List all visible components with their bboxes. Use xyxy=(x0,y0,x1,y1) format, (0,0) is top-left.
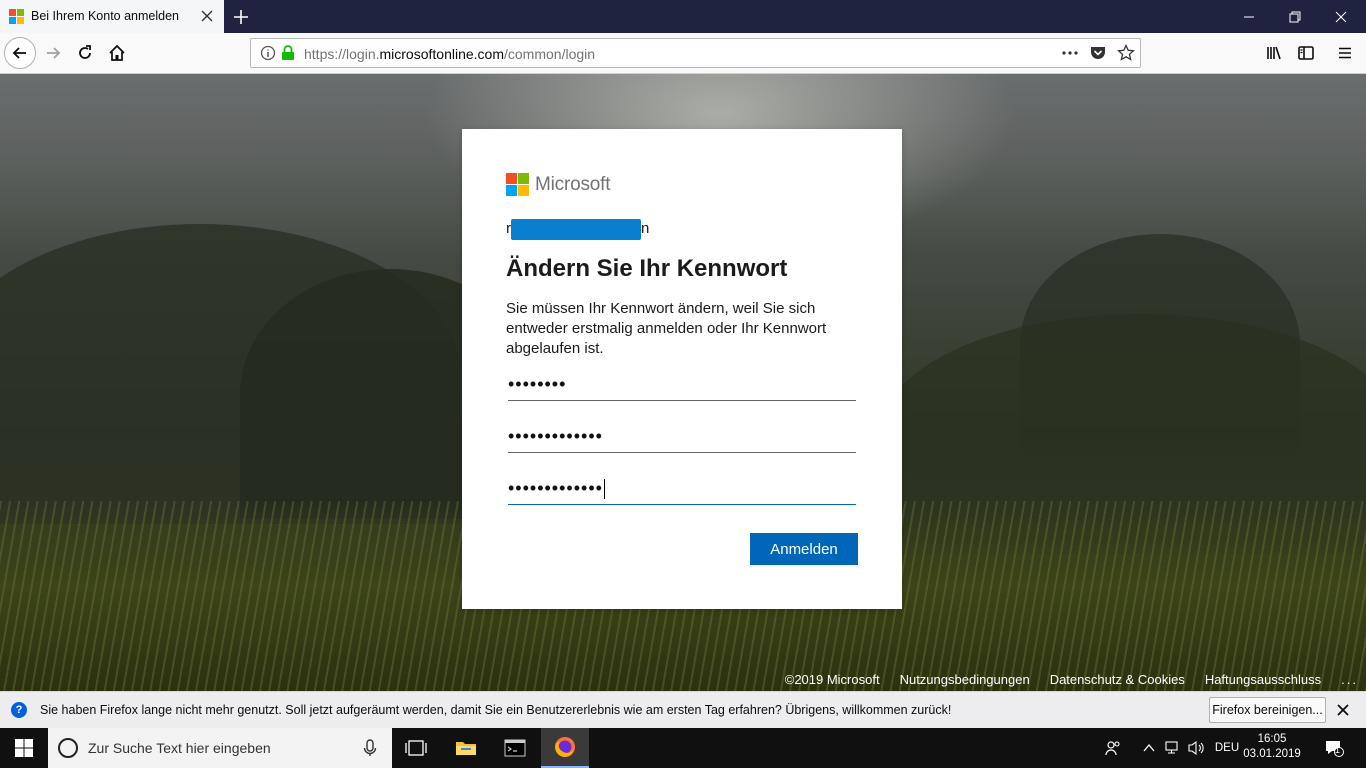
browser-tab-active[interactable]: Bei Ihrem Konto anmelden xyxy=(0,0,224,33)
input-language-indicator[interactable]: DEU xyxy=(1210,728,1244,768)
terminal-icon xyxy=(504,739,526,757)
page-content: Microsoft r n Ändern Sie Ihr Kennwort Si… xyxy=(0,74,1366,691)
file-explorer-button[interactable] xyxy=(442,728,490,768)
new-tab-icon[interactable] xyxy=(229,5,253,29)
network-button[interactable] xyxy=(1162,728,1184,768)
clock-date: 03.01.2019 xyxy=(1243,748,1301,760)
browser-toolbar: https://login.microsoftonline.com/common… xyxy=(0,33,1366,74)
page-title: Ändern Sie Ihr Kennwort xyxy=(506,255,788,282)
footer-more-button[interactable]: ... xyxy=(1341,672,1358,687)
microsoft-logo-icon xyxy=(506,173,529,196)
speaker-icon xyxy=(1188,740,1204,756)
home-icon xyxy=(109,44,125,61)
signin-button[interactable]: Anmelden xyxy=(750,533,858,565)
task-view-button[interactable] xyxy=(392,728,440,768)
start-button[interactable] xyxy=(0,728,48,768)
chevron-up-icon xyxy=(1143,743,1155,752)
arrow-left-icon xyxy=(12,47,26,59)
hamburger-menu-icon xyxy=(1339,47,1351,59)
microphone-icon[interactable] xyxy=(363,739,377,757)
page-actions-icon[interactable] xyxy=(1061,44,1079,62)
lock-icon[interactable] xyxy=(279,44,297,62)
people-icon xyxy=(1105,741,1120,756)
microsoft-wordmark: Microsoft xyxy=(535,173,611,195)
signin-card: Microsoft r n Ändern Sie Ihr Kennwort Si… xyxy=(462,129,902,609)
library-icon xyxy=(1267,46,1281,60)
arrow-right-icon xyxy=(47,47,61,59)
new-password-input[interactable]: ••••••••••••• xyxy=(508,423,856,453)
current-password-input[interactable]: •••••••• xyxy=(508,371,856,401)
people-button[interactable] xyxy=(1100,728,1126,768)
restore-button[interactable] xyxy=(1272,0,1318,33)
windows-taskbar: Zur Suche Text hier eingeben DEU 16:05 0… xyxy=(0,728,1366,768)
copyright-text: ©2019 Microsoft xyxy=(784,672,880,687)
notification-message: Sie haben Firefox lange nicht mehr genut… xyxy=(40,703,952,717)
question-icon: ? xyxy=(11,702,27,718)
minimize-button[interactable] xyxy=(1226,0,1272,33)
redaction-box xyxy=(511,219,641,240)
cortana-icon xyxy=(58,738,78,758)
confirm-password-input[interactable]: ••••••••••••• xyxy=(508,475,856,505)
library-button[interactable] xyxy=(1259,38,1289,68)
sidebar-button[interactable] xyxy=(1291,38,1321,68)
account-tail-text: n xyxy=(641,220,650,237)
microsoft-logo: Microsoft xyxy=(506,173,610,196)
restore-icon xyxy=(1289,11,1301,22)
close-window-button[interactable] xyxy=(1318,0,1364,33)
reload-icon xyxy=(79,45,91,59)
confirm-password-value: ••••••••••••• xyxy=(508,478,603,498)
text-caret xyxy=(603,479,605,500)
close-window-icon xyxy=(1335,11,1347,22)
tab-title: Bei Ihrem Konto anmelden xyxy=(31,9,180,23)
close-notification-icon[interactable] xyxy=(1334,701,1352,719)
terminal-button[interactable] xyxy=(491,728,539,768)
taskbar-search-box[interactable]: Zur Suche Text hier eingeben xyxy=(48,728,392,768)
clock-time: 16:05 xyxy=(1257,733,1287,745)
disclaimer-link[interactable]: Haftungsausschluss xyxy=(1205,672,1321,687)
action-center-button[interactable]: 1 xyxy=(1314,728,1354,768)
firefox-icon xyxy=(555,737,575,757)
account-identifier: r n xyxy=(506,219,656,240)
pocket-icon[interactable] xyxy=(1089,44,1107,62)
forward-button[interactable] xyxy=(38,38,68,68)
home-button[interactable] xyxy=(102,38,132,68)
firefox-notification-bar: ? Sie haben Firefox lange nicht mehr gen… xyxy=(0,691,1366,728)
sidebar-icon xyxy=(1298,46,1314,60)
info-icon[interactable] xyxy=(259,44,277,62)
microsoft-favicon-icon xyxy=(9,9,24,24)
close-tab-icon[interactable] xyxy=(198,7,216,25)
new-password-value: ••••••••••••• xyxy=(508,426,603,446)
firefox-taskbar-button[interactable] xyxy=(541,728,589,768)
terms-link[interactable]: Nutzungsbedingungen xyxy=(900,672,1030,687)
browser-tabstrip: Bei Ihrem Konto anmelden xyxy=(0,0,1366,33)
privacy-link[interactable]: Datenschutz & Cookies xyxy=(1050,672,1185,687)
task-view-icon xyxy=(405,740,427,756)
reload-button[interactable] xyxy=(70,38,100,68)
menu-button[interactable] xyxy=(1330,38,1360,68)
url-bar[interactable]: https://login.microsoftonline.com/common… xyxy=(250,38,1141,68)
show-hidden-icons-button[interactable] xyxy=(1138,728,1160,768)
refresh-firefox-button[interactable]: Firefox bereinigen... xyxy=(1209,697,1326,723)
system-clock[interactable]: 16:05 03.01.2019 xyxy=(1242,732,1302,762)
page-footer: ©2019 Microsoft Nutzungsbedingungen Date… xyxy=(765,668,1366,691)
url-text: https://login.microsoftonline.com/common… xyxy=(304,46,596,62)
search-placeholder: Zur Suche Text hier eingeben xyxy=(88,740,271,756)
bookmark-star-icon[interactable] xyxy=(1117,44,1135,62)
windows-logo-icon xyxy=(15,739,33,757)
volume-button[interactable] xyxy=(1186,728,1208,768)
current-password-value: •••••••• xyxy=(508,374,567,394)
notification-count-badge: 1 xyxy=(1335,745,1341,755)
back-button[interactable] xyxy=(4,37,36,69)
minimize-icon xyxy=(1244,16,1254,17)
folder-icon xyxy=(456,742,476,755)
network-icon xyxy=(1165,741,1178,754)
description-text: Sie müssen Ihr Kennwort ändern, weil Sie… xyxy=(506,300,827,357)
notification-center-icon xyxy=(1326,741,1344,757)
